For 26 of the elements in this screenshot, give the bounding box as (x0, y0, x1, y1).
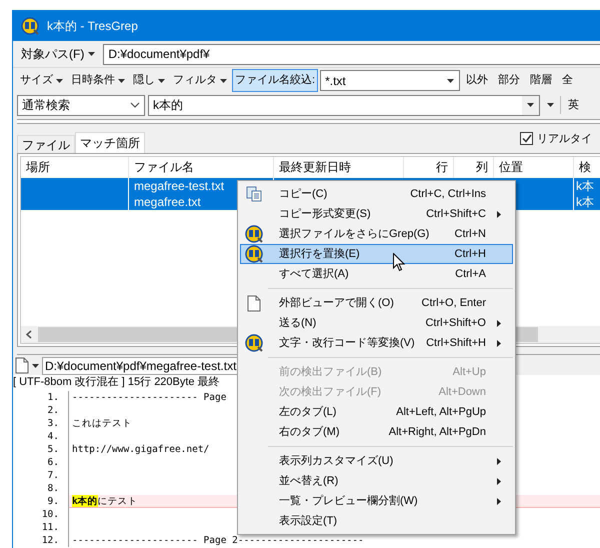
line-number: 8. (46, 482, 60, 495)
line-number: 2. (46, 404, 60, 417)
text-line: ---------------------- Page 2---------------------- (72, 534, 364, 547)
line-number: 4. (46, 430, 60, 443)
line-number: 5. (46, 443, 60, 456)
line-number: 7. (46, 469, 60, 482)
line-number: 3. (46, 417, 60, 430)
search-match: k本的 (72, 495, 98, 507)
file-status-text: [ UTF-8bom 改行混在 ] 15行 220Byte 最終 (13, 375, 220, 390)
filename-filter-value: *.txt (324, 72, 347, 90)
line-number: 10. (40, 508, 60, 521)
text-line: ---------------------- Page (72, 391, 226, 404)
line-number: 11. (40, 521, 60, 534)
search-query-value: k本的 (152, 97, 184, 114)
window-title: k本的 - TresGrep (47, 18, 138, 34)
search-mode-value: 通常検索 (22, 97, 70, 114)
checkbox-label: リアルタイ (537, 132, 592, 146)
line-number: 9. (46, 495, 60, 508)
table-cell-text: k本 (575, 178, 595, 194)
text-line: これはテスト (72, 417, 132, 430)
line-number: 6. (46, 456, 60, 469)
text-line: http://www.gigafree.net/ (72, 443, 210, 456)
text-line: にテスト (98, 495, 138, 507)
line-number: 12. (40, 534, 60, 547)
table-cell-text: k本 (575, 194, 595, 210)
line-number: 1. (46, 391, 60, 404)
